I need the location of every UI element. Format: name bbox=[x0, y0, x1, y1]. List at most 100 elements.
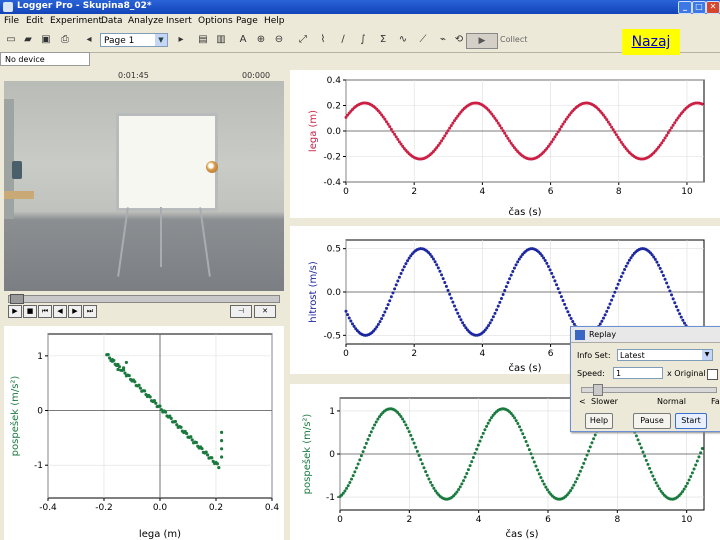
examine-icon[interactable]: ⌇ bbox=[316, 33, 330, 47]
data-point bbox=[700, 447, 704, 451]
integral-icon[interactable]: ∫ bbox=[356, 33, 370, 47]
data-point bbox=[380, 317, 384, 321]
data-point bbox=[210, 456, 214, 460]
data-point bbox=[521, 432, 525, 436]
end-icon[interactable]: ⏭ bbox=[83, 305, 97, 318]
page-select[interactable]: Page 1 ▼ bbox=[100, 33, 168, 47]
menu-page[interactable]: Page bbox=[236, 16, 258, 26]
data-point bbox=[451, 300, 455, 304]
y-tick-label: 0.0 bbox=[327, 127, 342, 137]
position-graph[interactable]: 0 2 4 6 8 10 0.4 0.2 0.0 -0.2 -0.4 čas (s) lega (m) bbox=[290, 70, 720, 218]
faster-label: Fa bbox=[711, 397, 720, 406]
step-back-icon[interactable]: ◀ bbox=[53, 305, 67, 318]
data-point bbox=[526, 444, 530, 448]
menu-options[interactable]: Options bbox=[198, 16, 233, 26]
tangent-icon[interactable]: ∕ bbox=[336, 33, 350, 47]
data-point bbox=[123, 371, 127, 375]
video-slider-thumb[interactable] bbox=[10, 294, 24, 304]
data-browser-icon[interactable]: ▥ bbox=[214, 33, 228, 47]
zoom-out-icon[interactable]: ⊖ bbox=[272, 33, 286, 47]
data-point bbox=[117, 365, 121, 369]
toolbar: ▭ ▰ ▣ ⎙ ◂ Page 1 ▼ ▸ ▤ ▥ A ⊕ ⊖ ⤢ ⌇ ∕ ∫ Σ… bbox=[0, 28, 720, 53]
data-point bbox=[393, 287, 397, 291]
menu-help[interactable]: Help bbox=[264, 16, 285, 26]
data-point bbox=[572, 483, 576, 487]
data-point bbox=[431, 257, 435, 261]
text-annotation-icon[interactable]: A bbox=[236, 33, 250, 47]
data-point bbox=[666, 285, 670, 289]
data-point bbox=[446, 288, 450, 292]
pause-button[interactable]: Pause bbox=[633, 413, 671, 429]
set-origin-icon[interactable]: ⊣ bbox=[230, 305, 252, 318]
x-original-label: x Original bbox=[667, 369, 706, 378]
replay-icon[interactable]: ⟲ bbox=[452, 33, 466, 47]
help-button[interactable]: Help bbox=[585, 413, 613, 429]
data-point bbox=[427, 477, 431, 481]
data-point bbox=[376, 417, 380, 421]
data-point bbox=[561, 122, 565, 126]
autoscale-icon[interactable]: ⤢ bbox=[296, 33, 310, 47]
menu-data[interactable]: Data bbox=[101, 16, 123, 26]
data-point bbox=[456, 311, 460, 315]
menu-analyze[interactable]: Analyze bbox=[128, 16, 163, 26]
data-point bbox=[397, 275, 401, 279]
stats-icon[interactable]: Σ bbox=[376, 33, 390, 47]
data-point bbox=[643, 454, 647, 458]
data-point bbox=[657, 263, 661, 267]
data-point bbox=[470, 460, 474, 464]
data-point bbox=[169, 416, 173, 420]
data-point bbox=[386, 303, 390, 307]
menu-file[interactable]: File bbox=[4, 16, 19, 26]
minimize-button[interactable]: _ bbox=[678, 1, 692, 14]
menu-insert[interactable]: Insert bbox=[166, 16, 192, 26]
new-file-icon[interactable]: ▭ bbox=[4, 33, 18, 47]
y-tick-label: 0.0 bbox=[327, 288, 342, 298]
page-back-icon[interactable]: ◂ bbox=[82, 33, 96, 47]
data-point bbox=[116, 367, 120, 372]
info-set-select[interactable]: Latest ▼ bbox=[617, 349, 713, 361]
zoom-in-icon[interactable]: ⊕ bbox=[254, 33, 268, 47]
linear-fit-icon[interactable]: ⟋ bbox=[416, 33, 430, 47]
speed-slider-thumb[interactable] bbox=[593, 384, 603, 396]
phase-graph[interactable]: -0.4 -0.2 0.0 0.2 0.4 1 0 -1 lega (m) pospešek (m… bbox=[4, 326, 284, 540]
data-point bbox=[550, 271, 554, 275]
data-point bbox=[436, 266, 440, 270]
menu-bar: File Edit Experiment Data Analyze Insert… bbox=[0, 14, 720, 28]
data-point bbox=[430, 255, 434, 259]
menu-edit[interactable]: Edit bbox=[26, 16, 43, 26]
step-forward-icon[interactable]: ▶ bbox=[68, 305, 82, 318]
play-icon[interactable]: ▶ bbox=[8, 305, 22, 318]
data-point bbox=[185, 431, 189, 436]
stop-icon[interactable]: ■ bbox=[23, 305, 37, 318]
fft-icon[interactable]: ⌁ bbox=[436, 33, 450, 47]
table-icon[interactable]: ▤ bbox=[196, 33, 210, 47]
page-forward-icon[interactable]: ▸ bbox=[174, 33, 188, 47]
y-tick-label: 0 bbox=[37, 407, 43, 417]
data-point bbox=[608, 123, 612, 127]
rewind-icon[interactable]: ⏮ bbox=[38, 305, 52, 318]
maximize-button[interactable]: □ bbox=[692, 1, 706, 14]
data-point bbox=[441, 277, 445, 281]
add-point-icon[interactable]: ✕ bbox=[254, 305, 276, 318]
data-point bbox=[514, 419, 518, 423]
menu-experiment[interactable]: Experiment bbox=[50, 16, 102, 26]
x-original-checkbox[interactable] bbox=[707, 369, 718, 380]
speed-input[interactable]: 1 bbox=[613, 367, 663, 379]
print-icon[interactable]: ⎙ bbox=[58, 33, 72, 47]
collect-button[interactable]: ▶ bbox=[466, 33, 498, 49]
data-point bbox=[449, 124, 453, 128]
start-button[interactable]: Start bbox=[675, 413, 707, 429]
chevron-down-icon: ▼ bbox=[155, 34, 167, 46]
close-button[interactable]: ✕ bbox=[706, 1, 720, 14]
data-point bbox=[606, 120, 610, 124]
save-icon[interactable]: ▣ bbox=[39, 33, 53, 47]
open-folder-icon[interactable]: ▰ bbox=[21, 33, 35, 47]
video-slider[interactable] bbox=[8, 295, 280, 303]
data-point bbox=[592, 437, 596, 441]
data-point bbox=[154, 401, 158, 405]
data-point bbox=[478, 439, 482, 443]
data-point bbox=[138, 386, 142, 390]
curve-fit-icon[interactable]: ∿ bbox=[396, 33, 410, 47]
data-point bbox=[449, 296, 453, 300]
nazaj-link[interactable]: Nazaj bbox=[622, 29, 680, 55]
